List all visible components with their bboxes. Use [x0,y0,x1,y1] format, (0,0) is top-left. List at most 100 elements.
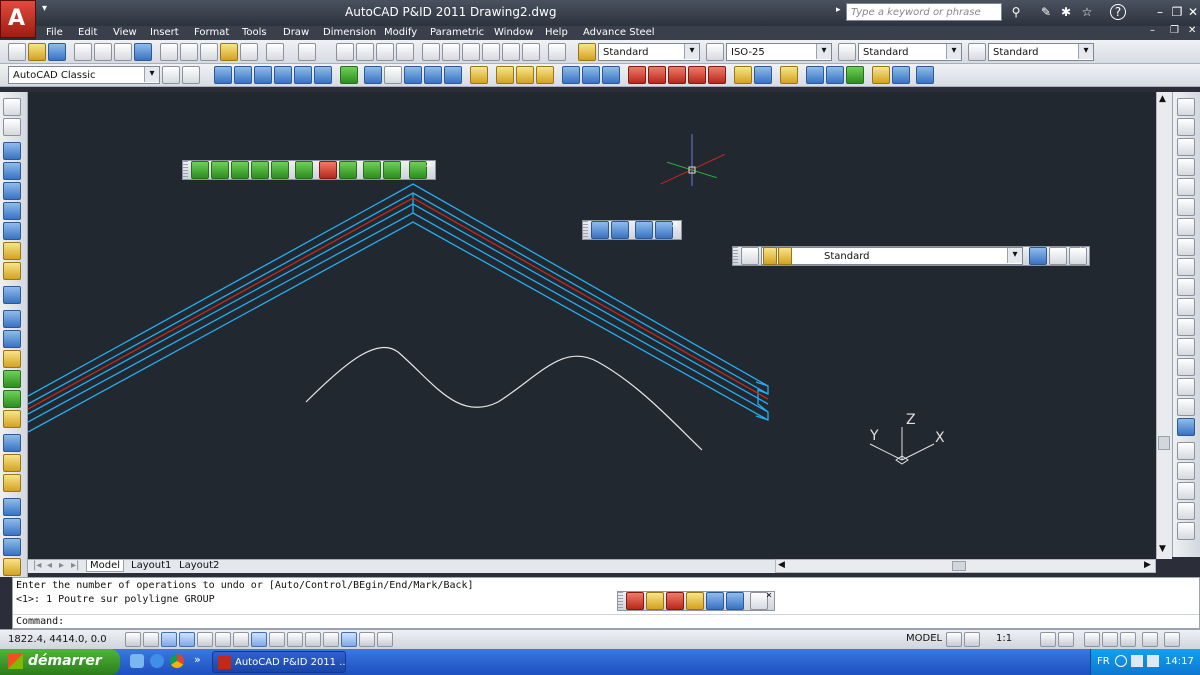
joint-icon[interactable] [3,538,21,556]
publish-icon[interactable] [114,43,132,61]
advance-tool-4-icon[interactable] [274,66,292,84]
tab-last-icon[interactable]: ▸| [68,560,82,571]
advance-tool-5-icon[interactable] [294,66,312,84]
drawing-canvas[interactable]: Z Y X × × Standard ▾ × [27,92,1156,559]
clock[interactable]: 14:17 [1165,656,1194,667]
text-style-select[interactable]: Standard [598,43,700,61]
quick-properties-toggle[interactable] [341,632,357,647]
chamfer-icon[interactable] [1177,378,1195,396]
language-indicator[interactable]: FR [1097,656,1110,667]
coordinate-readout[interactable]: 1822.4, 4414.0, 0.0 [8,634,107,645]
start-button[interactable]: démarrer [0,649,120,675]
orbit-icon[interactable] [404,66,422,84]
osnap-toggle[interactable] [215,632,231,647]
lock-ui-icon[interactable] [1102,632,1118,647]
copy-icon[interactable] [180,43,198,61]
profile-tool-4-icon[interactable] [686,592,704,610]
curved-beam-icon[interactable] [3,182,21,200]
advance-tool-14-icon[interactable] [628,66,646,84]
plate-icon[interactable] [3,310,21,328]
join-icon[interactable] [1177,358,1195,376]
polar-toggle[interactable] [197,632,213,647]
bolt-icon[interactable] [3,434,21,452]
profile-tool-2-icon[interactable] [646,592,664,610]
beam-tool-3-icon[interactable] [231,161,249,179]
break-icon[interactable] [1177,338,1195,356]
advance-tool-27-icon[interactable] [916,66,934,84]
toolbar-grip[interactable] [183,161,188,179]
show-desktop-icon[interactable] [130,654,144,668]
extend-icon[interactable] [1177,298,1195,316]
tab-model[interactable]: Model [86,560,125,572]
toolbar-grip[interactable] [618,592,623,610]
layers-icon[interactable] [444,66,462,84]
sheet-set-icon[interactable] [482,43,500,61]
infer-constraints-toggle[interactable] [125,632,141,647]
profile-tool-1-icon[interactable] [626,592,644,610]
hole-icon[interactable] [3,518,21,536]
beam-tool-2-icon[interactable] [211,161,229,179]
quick-access-dropdown-icon[interactable]: ▾ [42,3,47,14]
menu-advance-steel[interactable]: Advance Steel [583,27,655,38]
break-point-icon[interactable] [1177,318,1195,336]
paste-icon[interactable] [200,43,218,61]
trim-icon[interactable] [1177,278,1195,296]
beam-tool-4-icon[interactable] [251,161,269,179]
menu-insert[interactable]: Insert [150,27,179,38]
tab-layout2[interactable]: Layout2 [176,560,222,571]
workspace-settings-icon[interactable] [162,66,180,84]
advance-tool-16-icon[interactable] [668,66,686,84]
ortho-toggle[interactable] [179,632,195,647]
advance-tool-17-icon[interactable] [688,66,706,84]
special-part-icon[interactable] [3,558,21,576]
chrome-icon[interactable] [170,654,184,668]
frame-icon[interactable] [3,242,21,260]
annotation-scale[interactable]: 1:1 [996,633,1012,644]
plate-feature-icon[interactable] [3,390,21,408]
properties-icon[interactable] [422,43,440,61]
grid-toggle[interactable] [161,632,177,647]
menu-modify[interactable]: Modify [384,27,417,38]
advance-tool-22-icon[interactable] [806,66,824,84]
taskbar-autocad-item[interactable]: AutoCAD P&ID 2011 ... [212,651,346,673]
dim-style-select[interactable]: ISO-25 [726,43,832,61]
open-icon[interactable] [28,43,46,61]
workspace-customize-icon[interactable] [182,66,200,84]
volume-icon[interactable] [1147,655,1159,667]
quick-view-layouts-icon[interactable] [946,632,962,647]
workspace-select[interactable]: AutoCAD Classic [8,66,160,84]
array-icon[interactable] [1177,178,1195,196]
pan-icon[interactable] [336,43,354,61]
advance-tool-24-icon[interactable] [846,66,864,84]
layer-match-icon[interactable] [1049,247,1067,265]
clean-screen-icon[interactable] [1164,632,1180,647]
application-button[interactable]: A [0,0,36,38]
advance-tool-19-icon[interactable] [734,66,752,84]
portal-icon[interactable] [3,262,21,280]
explode-icon[interactable] [1177,418,1195,436]
beam-tool-1-icon[interactable] [191,161,209,179]
erase-icon[interactable] [1177,98,1195,116]
workspace-switching-icon[interactable] [1084,632,1100,647]
layer-manager-icon[interactable] [741,247,759,265]
menu-dimension[interactable]: Dimension [323,27,376,38]
spline-curve[interactable] [305,346,703,451]
layer-previous-icon[interactable] [1029,247,1047,265]
table-style-icon[interactable] [838,43,856,61]
beam-tool-6-icon[interactable] [295,161,313,179]
doc-minimize-icon[interactable]: – [1150,25,1155,36]
hscroll-thumb[interactable] [952,561,966,571]
cut-icon[interactable] [160,43,178,61]
beam-tool-7-icon[interactable] [319,161,337,179]
beam-icon[interactable] [3,142,21,160]
dim-style-icon[interactable] [706,43,724,61]
menu-format[interactable]: Format [194,27,229,38]
draworder-front-icon[interactable] [1177,442,1195,460]
polyline-icon[interactable] [3,118,21,136]
save-icon[interactable] [48,43,66,61]
beam-tool-10-icon[interactable] [383,161,401,179]
advance-tool-2-icon[interactable] [234,66,252,84]
scroll-down-icon[interactable]: ▼ [1159,544,1166,554]
multileader-style-select[interactable]: Standard [988,43,1094,61]
lineweight-toggle[interactable] [305,632,321,647]
